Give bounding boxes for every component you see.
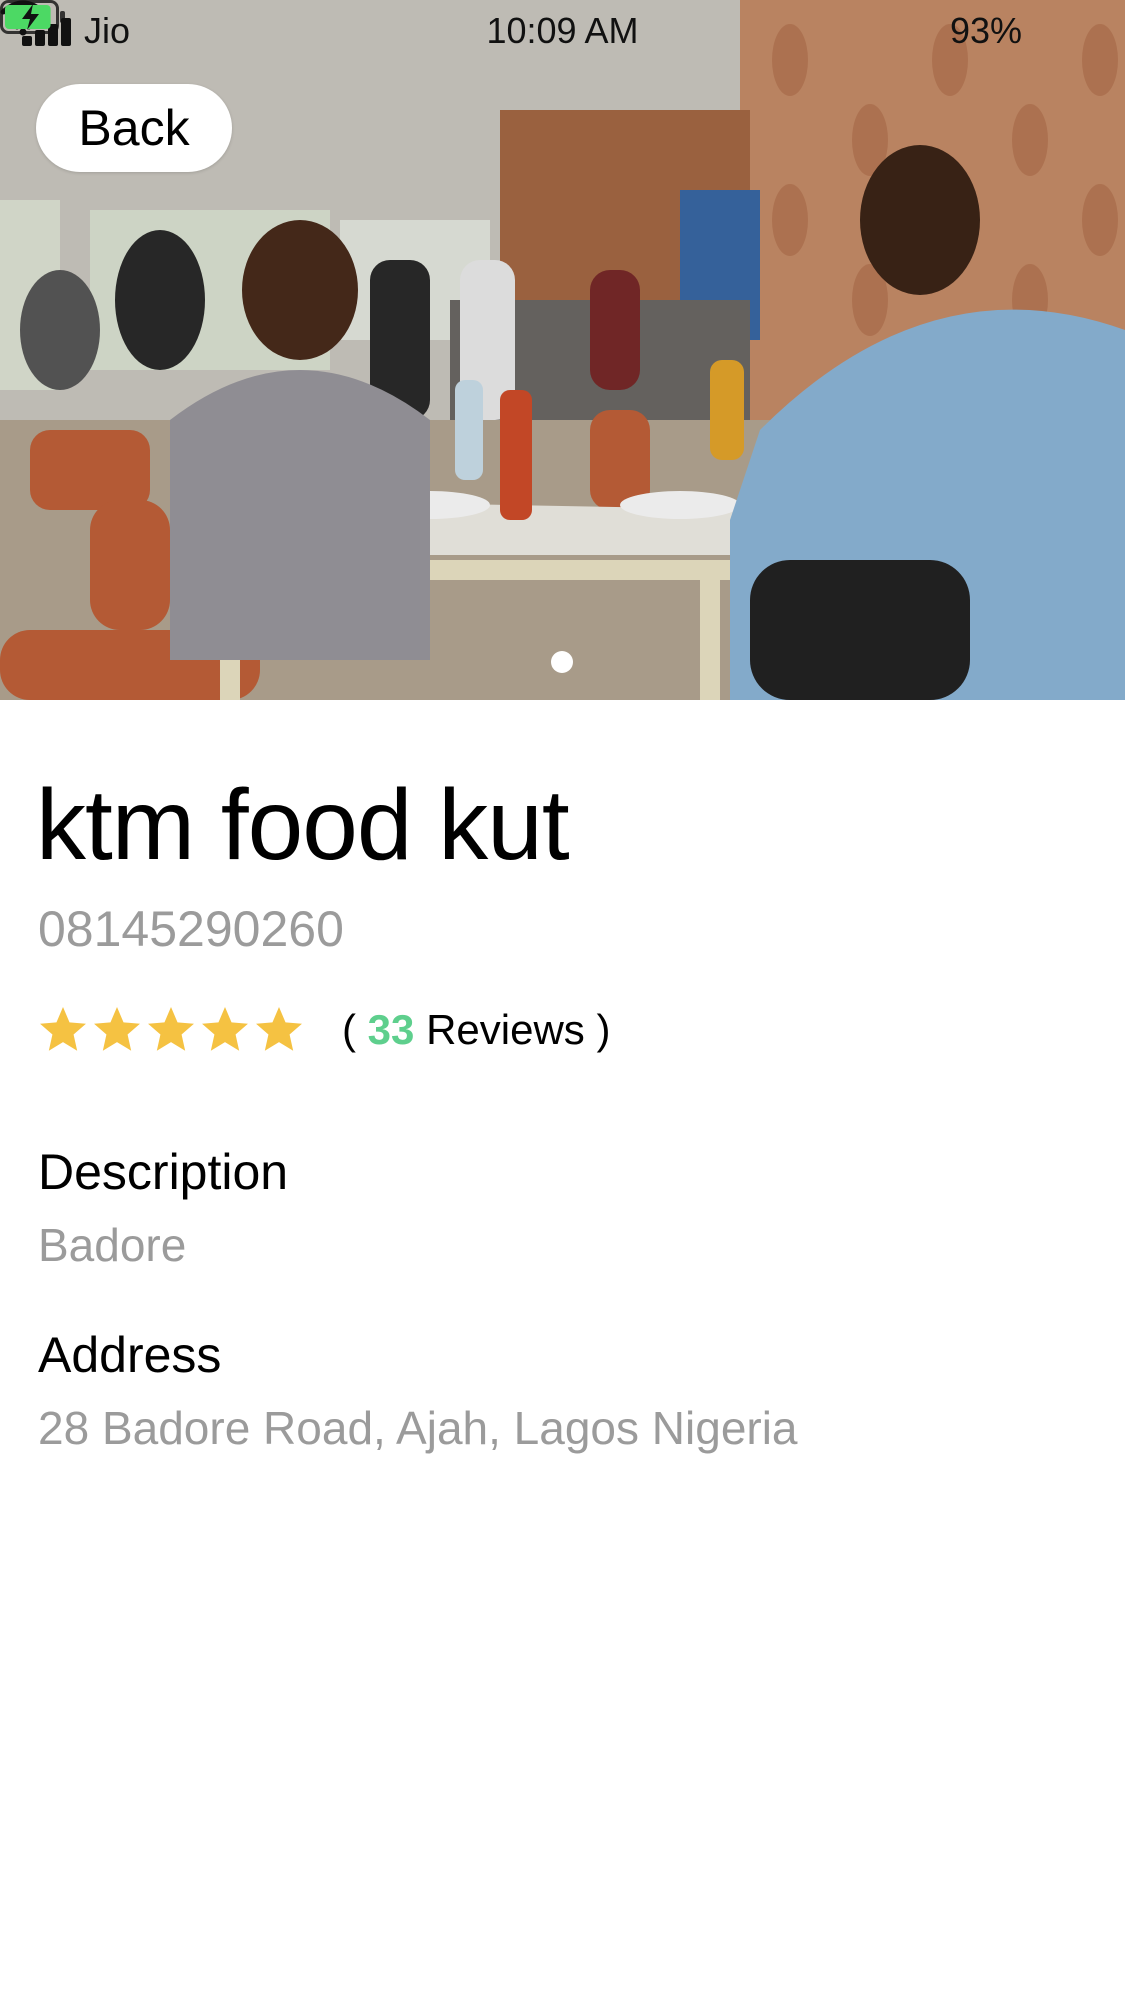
restaurant-name: ktm food kut [36, 769, 570, 881]
reviews-open-paren: ( [342, 1006, 356, 1053]
restaurant-photo[interactable]: Jio 10:09 AM 93% Back [0, 0, 1125, 700]
back-button[interactable]: Back [36, 84, 232, 172]
star-filled-icon [256, 1007, 302, 1051]
star-filled-icon [94, 1007, 140, 1051]
reviews-link[interactable]: ( 33 Reviews ) [342, 1006, 610, 1054]
battery-charging-icon [0, 0, 65, 34]
star-rating [36, 1003, 306, 1057]
star-filled-icon [148, 1007, 194, 1051]
battery-percent: 93% [950, 10, 1023, 51]
star-filled-icon [202, 1007, 248, 1051]
rating-row: ( 33 Reviews ) [36, 1000, 610, 1060]
reviews-count: 33 [367, 1006, 415, 1053]
gallery-page-indicator[interactable] [551, 651, 573, 673]
description-label: Description [38, 1144, 289, 1200]
reviews-label: Reviews ) [426, 1006, 611, 1053]
status-bar: Jio 10:09 AM 93% [0, 0, 1125, 62]
restaurant-detail-screen: Jio 10:09 AM 93% Back ktm food kut 08145… [0, 0, 1125, 2001]
restaurant-phone[interactable]: 08145290260 [38, 900, 344, 958]
address-label: Address [38, 1327, 222, 1383]
star-filled-icon [40, 1007, 86, 1051]
address-value[interactable]: 28 Badore Road, Ajah, Lagos Nigeria [38, 1401, 798, 1455]
description-value: Badore [38, 1219, 187, 1271]
